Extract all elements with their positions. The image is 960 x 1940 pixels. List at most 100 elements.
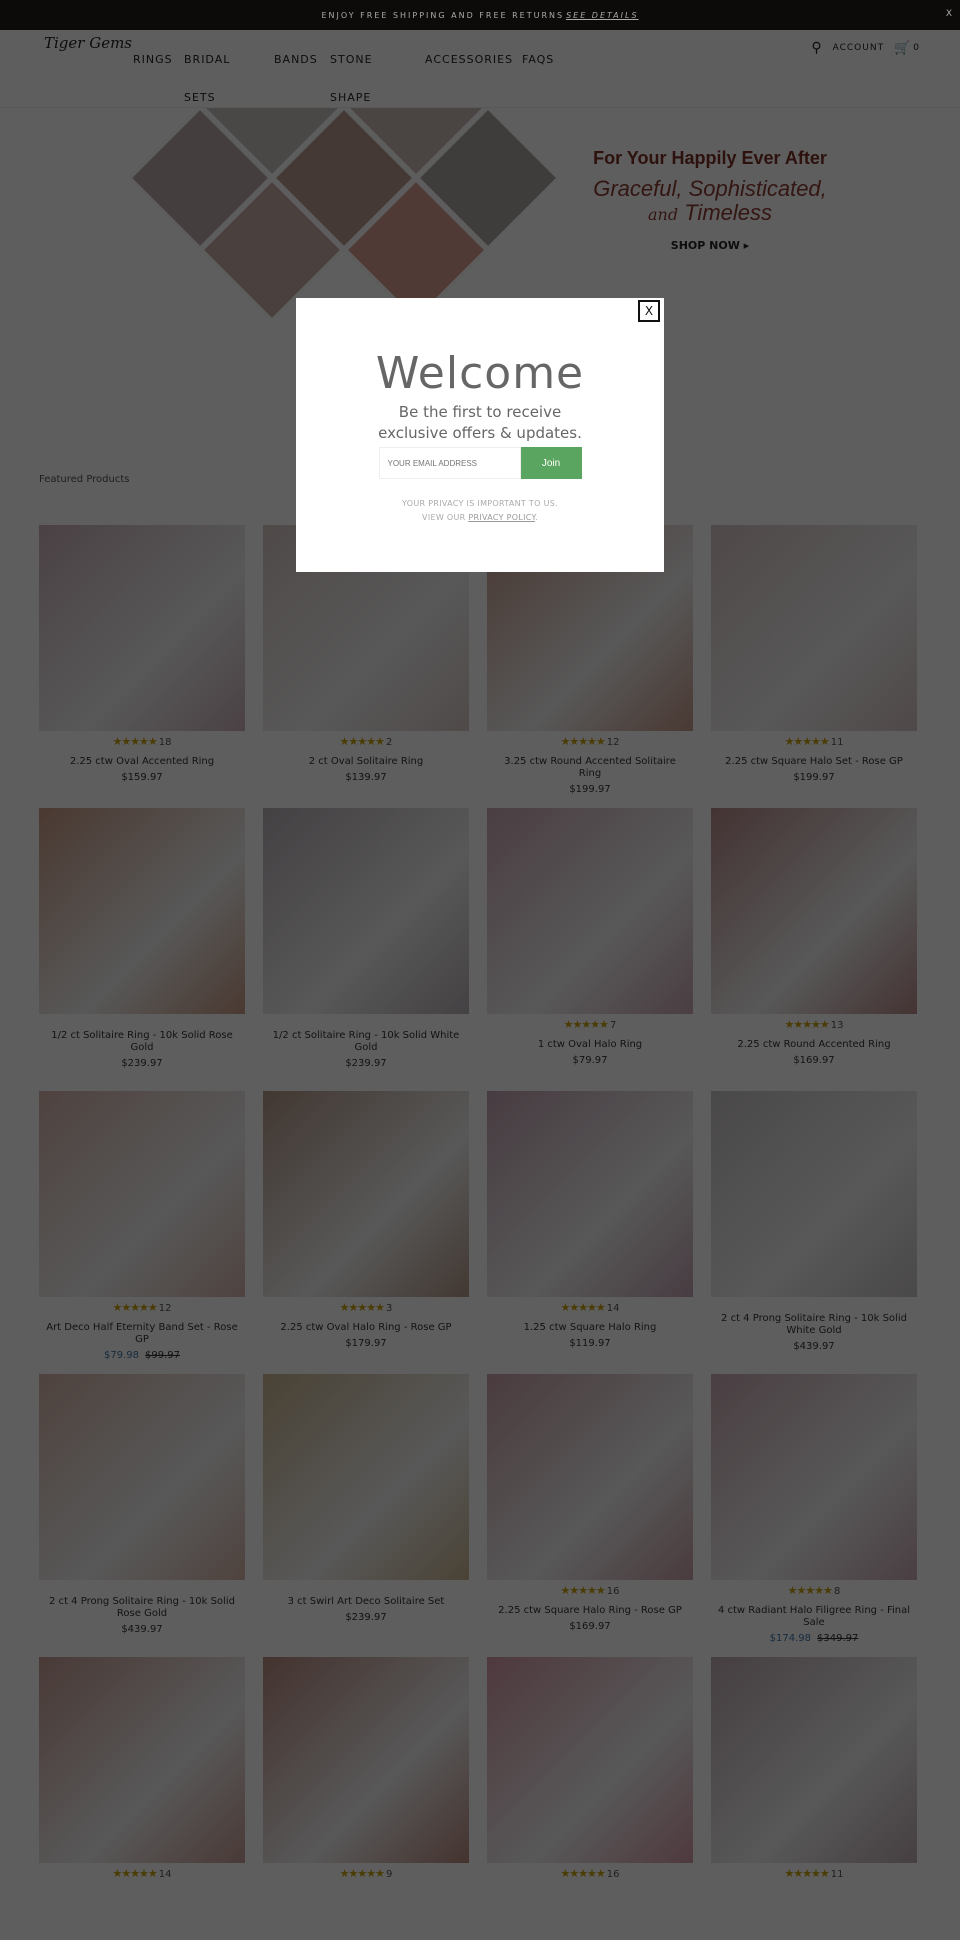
rating-stars: ★★★★★ 12	[112, 1301, 172, 1314]
review-count: 14	[606, 1303, 620, 1314]
product-image[interactable]	[487, 1657, 693, 1863]
review-count: 12	[158, 1303, 172, 1314]
price-current: $159.97	[121, 772, 163, 783]
join-button[interactable]: Join	[520, 447, 582, 479]
product-image[interactable]	[39, 1091, 245, 1297]
product-name[interactable]: 2 ct 4 Prong Solitaire Ring - 10k Solid …	[711, 1313, 917, 1337]
product-card[interactable]: ★★★★★ 18 2.25 ctw Oval Accented Ring $159.9…	[39, 525, 245, 808]
product-price: $79.98 $99.97	[39, 1350, 245, 1361]
hero-line3: Timeless	[684, 200, 773, 225]
product-card[interactable]: 1/2 ct Solitaire Ring - 10k Solid Rose G…	[39, 808, 245, 1091]
product-image[interactable]	[39, 1374, 245, 1580]
product-price: $119.97	[487, 1338, 693, 1349]
nav-stone-shape[interactable]: STONE SHAPE	[330, 41, 373, 117]
shop-now-link[interactable]: SHOP NOW ▸	[560, 239, 860, 252]
nav-label: BRIDAL	[184, 53, 231, 66]
review-count: 16	[606, 1586, 620, 1597]
product-image[interactable]	[711, 1374, 917, 1580]
cart-icon[interactable]: 🛒	[894, 41, 911, 56]
product-image[interactable]	[39, 808, 245, 1014]
logo[interactable]: Tiger Gems	[44, 34, 132, 52]
product-card[interactable]: ★★★★★ 14	[39, 1657, 245, 1940]
product-card[interactable]: ★★★★★ 8 4 ctw Radiant Halo Filigree Ring -…	[711, 1374, 917, 1657]
price-current: $169.97	[569, 1621, 611, 1632]
product-name[interactable]: 2.25 ctw Round Accented Ring	[711, 1039, 917, 1051]
review-count: 11	[830, 737, 844, 748]
product-card[interactable]: 2 ct 4 Prong Solitaire Ring - 10k Solid …	[39, 1374, 245, 1657]
product-card[interactable]: ★★★★★ 7 1 ctw Oval Halo Ring $79.97	[487, 808, 693, 1091]
product-image[interactable]	[263, 1374, 469, 1580]
product-name[interactable]: 3.25 ctw Round Accented Solitaire Ring	[487, 756, 693, 780]
nav-accessories[interactable]: ACCESSORIES	[425, 41, 513, 79]
price-current: $199.97	[569, 784, 611, 795]
email-input[interactable]	[378, 447, 521, 479]
product-card[interactable]: ★★★★★ 16 2.25 ctw Square Halo Ring - Rose …	[487, 1374, 693, 1657]
hero-line2: Graceful, Sophisticated,	[593, 176, 827, 201]
price-current: $439.97	[121, 1624, 163, 1635]
product-image[interactable]	[711, 525, 917, 731]
product-image[interactable]	[39, 1657, 245, 1863]
product-card[interactable]: ★★★★★ 13 2.25 ctw Round Accented Ring $169.…	[711, 808, 917, 1091]
rating-stars: ★★★★★ 11	[784, 1867, 844, 1880]
modal-close-button[interactable]: X	[638, 300, 660, 322]
product-name[interactable]: 1/2 ct Solitaire Ring - 10k Solid Rose G…	[39, 1030, 245, 1054]
product-card[interactable]: ★★★★★ 11 2.25 ctw Square Halo Set - Rose G…	[711, 525, 917, 808]
product-name[interactable]: 2.25 ctw Oval Halo Ring - Rose GP	[263, 1322, 469, 1334]
product-name[interactable]: Art Deco Half Eternity Band Set - Rose G…	[39, 1322, 245, 1346]
product-price: $174.98 $349.97	[711, 1633, 917, 1644]
rating-stars: ★★★★★ 14	[560, 1301, 620, 1314]
product-card[interactable]: ★★★★★ 3 2.25 ctw Oval Halo Ring - Rose GP $…	[263, 1091, 469, 1374]
product-image[interactable]	[263, 1091, 469, 1297]
product-card[interactable]: 1/2 ct Solitaire Ring - 10k Solid White …	[263, 808, 469, 1091]
product-name[interactable]: 2.25 ctw Square Halo Ring - Rose GP	[487, 1605, 693, 1617]
nav-bridal-sets[interactable]: BRIDAL SETS	[184, 41, 230, 117]
product-name[interactable]: 2 ct 4 Prong Solitaire Ring - 10k Solid …	[39, 1596, 245, 1620]
product-image[interactable]	[263, 808, 469, 1014]
product-image[interactable]	[487, 1091, 693, 1297]
product-name[interactable]: 1/2 ct Solitaire Ring - 10k Solid White …	[263, 1030, 469, 1054]
announcement-close-button[interactable]: X	[946, 9, 952, 19]
product-image[interactable]	[711, 1657, 917, 1863]
product-name[interactable]: 2 ct Oval Solitaire Ring	[263, 756, 469, 768]
rating-stars: ★★★★★ 2	[339, 735, 393, 748]
product-name[interactable]: 1 ctw Oval Halo Ring	[487, 1039, 693, 1051]
product-card[interactable]: ★★★★★ 12 Art Deco Half Eternity Band Set -…	[39, 1091, 245, 1374]
product-image[interactable]	[487, 1374, 693, 1580]
product-image[interactable]	[39, 525, 245, 731]
nav-bands[interactable]: BANDS	[274, 41, 318, 79]
search-icon[interactable]: ⚲	[811, 40, 822, 56]
see-details-link[interactable]: SEE DETAILS	[566, 11, 638, 20]
nav-rings[interactable]: RINGS	[133, 41, 173, 79]
nav-faqs[interactable]: FAQS	[522, 41, 554, 79]
product-image[interactable]	[487, 808, 693, 1014]
modal-subtitle-2: exclusive offers & updates.	[378, 424, 582, 442]
price-current: $169.97	[793, 1055, 835, 1066]
product-name[interactable]: 2.25 ctw Oval Accented Ring	[39, 756, 245, 768]
product-name[interactable]: 3 ct Swirl Art Deco Solitaire Set	[263, 1596, 469, 1608]
account-link[interactable]: ACCOUNT	[833, 43, 884, 53]
product-image[interactable]	[711, 1091, 917, 1297]
product-card[interactable]: ★★★★★ 9	[263, 1657, 469, 1940]
product-card[interactable]: ★★★★★ 14 1.25 ctw Square Halo Ring $119.97	[487, 1091, 693, 1374]
review-count: 12	[606, 737, 620, 748]
privacy-policy-link[interactable]: PRIVACY POLICY	[468, 513, 535, 522]
rating-stars: ★★★★★ 9	[339, 1867, 393, 1880]
product-image[interactable]	[263, 1657, 469, 1863]
product-name[interactable]: 1.25 ctw Square Halo Ring	[487, 1322, 693, 1334]
price-current: $139.97	[345, 772, 387, 783]
dimmed-page[interactable]: Tiger Gems RINGS BRIDAL SETS BANDS STONE S…	[0, 0, 960, 1880]
product-card[interactable]: 2 ct 4 Prong Solitaire Ring - 10k Solid …	[711, 1091, 917, 1374]
product-card[interactable]: ★★★★★ 16	[487, 1657, 693, 1940]
cart-count: 0	[913, 43, 920, 53]
rating-stars: ★★★★★ 8	[787, 1584, 841, 1597]
product-image[interactable]	[711, 808, 917, 1014]
product-name[interactable]: 2.25 ctw Square Halo Set - Rose GP	[711, 756, 917, 768]
product-price: $199.97	[711, 772, 917, 783]
rating-stars: ★★★★★ 11	[784, 735, 844, 748]
product-price: $169.97	[487, 1621, 693, 1632]
rating-stars: ★★★★★ 3	[339, 1301, 393, 1314]
modal-subtitle-1: Be the first to receive	[398, 403, 562, 421]
product-name[interactable]: 4 ctw Radiant Halo Filigree Ring - Final…	[711, 1605, 917, 1629]
product-card[interactable]: 3 ct Swirl Art Deco Solitaire Set $239.97	[263, 1374, 469, 1657]
product-card[interactable]: ★★★★★ 11	[711, 1657, 917, 1940]
